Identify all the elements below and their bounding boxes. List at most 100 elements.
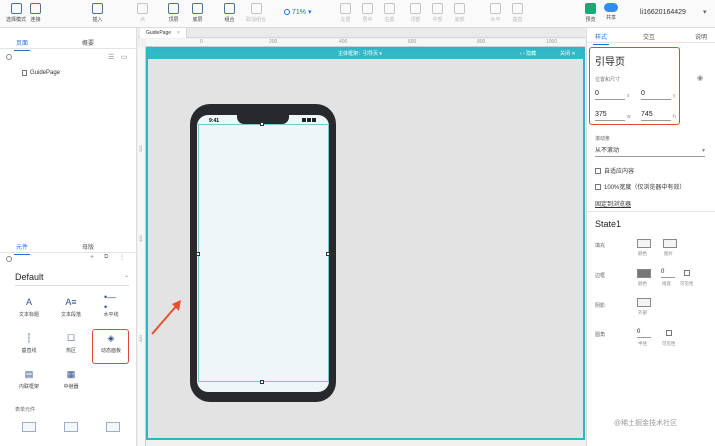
tab-notes[interactable]: 说明	[695, 32, 707, 41]
widget-horizontal-line[interactable]: •—• 水平线	[93, 292, 129, 318]
align-bottom-button[interactable]: 底部	[454, 3, 465, 23]
text-area-widget[interactable]	[64, 422, 78, 432]
select-mode-button[interactable]: 选择模式	[6, 3, 26, 23]
droplist-widget[interactable]	[106, 422, 120, 432]
align-middle-button[interactable]: 中部	[432, 3, 443, 23]
chevron-down-icon: ⌃	[123, 276, 129, 282]
distribute-vertical-button[interactable]: 垂直	[512, 3, 523, 23]
widget-paragraph[interactable]: A≡ 文本段落	[53, 296, 89, 318]
widget-search-row: + ⧉ ⋮	[0, 254, 137, 266]
master-close-button[interactable]: 关闭 ✕	[560, 49, 576, 59]
ungroup-icon	[250, 3, 262, 14]
status-icons	[301, 118, 319, 123]
page-doc-icon	[22, 70, 27, 76]
align-center-button[interactable]: 居中	[362, 3, 373, 23]
align-right-button[interactable]: 右置	[384, 3, 395, 23]
resize-handle[interactable]	[260, 122, 264, 126]
repeater-icon: ▦	[66, 368, 76, 379]
master-frame-title[interactable]: 主体框架：引导页 ▾	[338, 49, 382, 59]
document-tab[interactable]: GuidePage ×	[140, 28, 187, 38]
full-width-checkbox[interactable]: 100%宽度（仅浏览器中有效）	[595, 182, 685, 191]
bottom-layer-icon	[192, 3, 203, 14]
red-arrow-annotation	[151, 300, 181, 335]
tab-interaction[interactable]: 交互	[643, 32, 655, 41]
share-button[interactable]: 共享	[604, 3, 618, 21]
shadow-label: 阴影	[595, 303, 606, 309]
top-layer-button[interactable]: 顶层	[168, 3, 179, 23]
library-select[interactable]: Default ⌃	[15, 272, 129, 286]
page-item-guidepage[interactable]: GuidePage	[22, 70, 60, 76]
group-button[interactable]: 组合	[224, 3, 235, 23]
scroll-select[interactable]: 从不滚动 ▾	[595, 146, 705, 157]
distribute-v-icon	[512, 3, 523, 14]
chevron-down-icon: ▾	[701, 148, 705, 154]
account-name[interactable]: li16620164429	[640, 9, 686, 16]
search-icon[interactable]	[6, 256, 12, 262]
align-left-button[interactable]: 左置	[340, 3, 351, 23]
resize-handle[interactable]	[260, 380, 264, 384]
page-search-row: ☰ ▭	[0, 52, 137, 64]
bottom-layer-button[interactable]: 底层	[192, 3, 203, 23]
widget-vertical-line[interactable]: ┆ 垂直线	[11, 332, 47, 355]
radius-label: 圆角	[595, 332, 606, 338]
widget-repeater[interactable]: ▦ 中继器	[53, 368, 89, 391]
border-color-swatch[interactable]	[637, 269, 651, 278]
tab-widgets[interactable]: 元件	[13, 242, 31, 255]
import-icon[interactable]: ⧉	[104, 254, 108, 261]
ungroup-button[interactable]: 取消组合	[246, 3, 266, 23]
align-top-icon	[410, 3, 421, 14]
close-icon[interactable]: ×	[177, 30, 180, 36]
distribute-horizontal-button[interactable]: 水平	[490, 3, 501, 23]
watermark: @稀土掘金技术社区	[614, 420, 678, 427]
tab-outline[interactable]: 概要	[82, 38, 94, 47]
radius-input[interactable]: 0	[637, 329, 651, 338]
folder-icon[interactable]: ▭	[121, 53, 128, 61]
hotspot-icon: ☐	[66, 332, 76, 343]
widget-inline-frame[interactable]: ▤ 内联框架	[11, 368, 47, 391]
border-visibility-checkbox[interactable]	[684, 270, 690, 276]
text-field-widget[interactable]	[22, 422, 36, 432]
fill-color-swatch[interactable]	[637, 239, 651, 248]
tab-style[interactable]: 样式	[592, 32, 610, 45]
horizontal-ruler: 0 200 400 600 800 1000	[146, 39, 585, 47]
tab-divider	[587, 42, 715, 43]
shadow-outer-swatch[interactable]	[637, 298, 651, 307]
play-icon	[585, 3, 596, 14]
border-width-input[interactable]: 0	[661, 269, 675, 278]
chevron-down-icon: ▾	[308, 9, 312, 16]
scroll-label: 滚动条	[595, 136, 611, 142]
radius-visibility-checkbox[interactable]	[666, 330, 672, 336]
preview-button[interactable]: 预览	[585, 3, 596, 23]
widget-heading[interactable]: A 文本标题	[11, 296, 47, 318]
insert-button[interactable]: 插入	[92, 3, 103, 23]
resize-handle[interactable]	[326, 252, 330, 256]
zoom-control[interactable]: 71% ▾	[284, 8, 312, 16]
distribute-h-icon	[490, 3, 501, 14]
fill-image-swatch[interactable]	[663, 239, 677, 248]
tab-masters[interactable]: 母版	[82, 242, 94, 251]
more-icon[interactable]: ⋮	[119, 254, 125, 261]
vertical-line-icon: ┆	[26, 332, 32, 343]
cloud-icon	[604, 3, 618, 12]
master-nav-controls[interactable]: ‹ › 隐藏	[520, 49, 536, 59]
align-left-icon	[340, 3, 351, 14]
point-button[interactable]: 点	[137, 3, 148, 23]
align-top-button[interactable]: 顶部	[410, 3, 421, 23]
dynamic-panel-selection[interactable]	[198, 124, 329, 382]
fill-label: 填充	[595, 243, 606, 249]
top-layer-icon	[168, 3, 179, 14]
align-bottom-icon	[454, 3, 465, 14]
add-library-icon[interactable]: +	[90, 254, 94, 261]
auto-fit-checkbox[interactable]: 自适应内容	[595, 166, 634, 175]
pin-to-browser-link[interactable]: 固定到浏览器	[595, 199, 631, 208]
connect-button[interactable]: 连接	[30, 3, 41, 23]
resize-handle[interactable]	[196, 252, 200, 256]
add-page-icon[interactable]: ☰	[108, 53, 114, 61]
position-size-highlight	[589, 47, 680, 125]
widget-hotspot[interactable]: ☐ 热区	[53, 332, 89, 355]
chevron-down-icon[interactable]: ▾	[703, 8, 707, 16]
search-icon[interactable]	[6, 54, 12, 60]
section-divider	[587, 211, 715, 212]
tab-pages[interactable]: 页面	[13, 38, 31, 51]
eye-icon[interactable]: ◉	[697, 74, 703, 82]
